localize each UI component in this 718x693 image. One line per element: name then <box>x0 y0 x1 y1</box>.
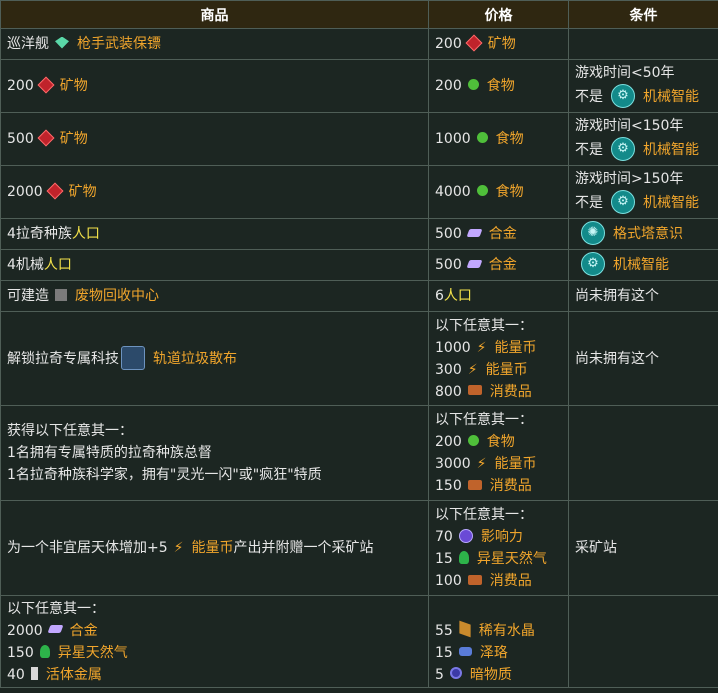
trade-table: 商品 价格 条件 巡洋舰 枪手武装保镖 200 矿物 200 矿物 200 食物 游戏时… <box>0 0 718 688</box>
price-cell: 6人口 <box>428 280 569 312</box>
machine-intelligence-icon: ⚙ <box>611 84 635 108</box>
tech-icon <box>121 345 145 370</box>
consumer-goods-icon <box>467 479 482 490</box>
table-row: 以下任意其一： 2000 合金 150 异星天然气 40 活体金属 55 稀有水晶 15… <box>0 595 718 688</box>
condition-cell: 游戏时间<150年 不是 ⚙ 机械智能 <box>568 112 718 166</box>
table-row: 4机械人口 500 合金 ⚙ 机械智能 <box>0 249 718 281</box>
condition-cell: 采矿站 <box>568 500 718 596</box>
condition-cell <box>568 405 718 501</box>
machine-intelligence-icon: ⚙ <box>581 252 605 276</box>
price-cell: 200 食物 <box>428 59 569 113</box>
condition-cell: ⚙ 机械智能 <box>568 249 718 281</box>
minerals-icon <box>46 182 64 199</box>
zro-icon <box>458 646 472 656</box>
exotic-gases-icon <box>39 644 50 658</box>
food-icon <box>476 185 488 196</box>
goods-cell: 获得以下任意其一： 1名拥有专属特质的拉奇种族总督 1名拉奇种族科学家，拥有"灵… <box>0 405 429 501</box>
table-row: 巡洋舰 枪手武装保镖 200 矿物 <box>0 28 718 60</box>
price-cell: 500 合金 <box>428 249 569 281</box>
condition-cell: 尚未拥有这个 <box>568 280 718 312</box>
price-cell: 500 合金 <box>428 218 569 250</box>
exotic-gases-icon <box>458 551 469 564</box>
goods-cell: 2000 矿物 <box>0 165 429 219</box>
condition-cell: ✺ 格式塔意识 <box>568 218 718 250</box>
goods-cell: 以下任意其一： 2000 合金 150 异星天然气 40 活体金属 <box>0 595 429 688</box>
table-row: 200 矿物 200 食物 游戏时间<50年 不是 ⚙ 机械智能 <box>0 59 718 113</box>
alloys-icon <box>47 625 64 633</box>
food-icon <box>476 132 488 143</box>
alloys-icon <box>466 228 483 237</box>
price-cell: 以下任意其一： 200 食物 3000 ⚡ 能量币 150 消费品 <box>428 405 569 501</box>
minerals-icon <box>37 76 55 93</box>
minerals-icon <box>465 34 483 51</box>
price-cell: 200 矿物 <box>428 28 569 60</box>
goods-cell: 可建造 废物回收中心 <box>0 280 429 312</box>
goods-cell: 为一个非宜居天体增加+5 ⚡ 能量币产出并附赠一个采矿站 <box>0 500 429 596</box>
price-cell: 以下任意其一： 1000 ⚡ 能量币 300 ⚡ 能量币 800 消费品 <box>428 311 569 406</box>
condition-cell: 尚未拥有这个 <box>568 311 718 406</box>
table-row: 获得以下任意其一： 1名拥有专属特质的拉奇种族总督 1名拉奇种族科学家，拥有"灵… <box>0 405 718 501</box>
condition-cell <box>568 595 718 688</box>
table-row: 2000 矿物 4000 食物 游戏时间>150年 不是 ⚙ 机械智能 <box>0 165 718 219</box>
table-row: 解锁拉奇专属科技 轨道垃圾散布 以下任意其一： 1000 ⚡ 能量币 300 ⚡ 能量币 … <box>0 311 718 406</box>
header-row: 商品 价格 条件 <box>0 0 718 29</box>
energy-credits-icon: ⚡ <box>476 339 487 356</box>
table-row: 为一个非宜居天体增加+5 ⚡ 能量币产出并附赠一个采矿站 以下任意其一： 70 影响力… <box>0 500 718 596</box>
food-icon <box>467 435 479 446</box>
rare-crystals-icon <box>459 620 471 638</box>
header-goods: 商品 <box>0 0 429 29</box>
energy-credits-icon: ⚡ <box>467 361 478 378</box>
condition-cell: 游戏时间<50年 不是 ⚙ 机械智能 <box>568 59 718 113</box>
condition-cell <box>568 28 718 60</box>
goods-cell: 解锁拉奇专属科技 轨道垃圾散布 <box>0 311 429 406</box>
machine-intelligence-icon: ⚙ <box>611 190 635 214</box>
goods-cell: 4机械人口 <box>0 249 429 281</box>
food-icon <box>467 79 479 90</box>
goods-cell: 4拉奇种族人口 <box>0 218 429 250</box>
alloys-icon <box>466 259 483 268</box>
goods-cell: 巡洋舰 枪手武装保镖 <box>0 28 429 60</box>
price-cell: 4000 食物 <box>428 165 569 219</box>
price-cell: 55 稀有水晶 15 泽珞 5 暗物质 <box>428 595 569 688</box>
consumer-goods-icon <box>467 574 482 585</box>
goods-cell: 200 矿物 <box>0 59 429 113</box>
table-row: 4拉奇种族人口 500 合金 ✺ 格式塔意识 <box>0 218 718 250</box>
header-condition: 条件 <box>568 0 718 29</box>
header-price: 价格 <box>428 0 569 29</box>
price-cell: 1000 食物 <box>428 112 569 166</box>
living-metal-icon <box>30 666 38 680</box>
gestalt-consciousness-icon: ✺ <box>581 221 605 245</box>
table-row: 可建造 废物回收中心 6人口 尚未拥有这个 <box>0 280 718 312</box>
goods-cell: 500 矿物 <box>0 112 429 166</box>
price-cell: 以下任意其一： 70 影响力 15 异星天然气 100 消费品 <box>428 500 569 596</box>
building-icon <box>55 288 67 301</box>
energy-credits-icon: ⚡ <box>476 456 487 472</box>
table-row: 500 矿物 1000 食物 游戏时间<150年 不是 ⚙ 机械智能 <box>0 112 718 166</box>
dark-matter-icon <box>449 667 462 679</box>
machine-intelligence-icon: ⚙ <box>611 137 635 161</box>
energy-credits-icon: ⚡ <box>173 540 184 556</box>
consumer-goods-icon <box>467 385 482 395</box>
influence-icon <box>458 528 473 543</box>
minerals-icon <box>37 129 55 146</box>
condition-cell: 游戏时间>150年 不是 ⚙ 机械智能 <box>568 165 718 219</box>
gunship-icon <box>55 36 69 49</box>
